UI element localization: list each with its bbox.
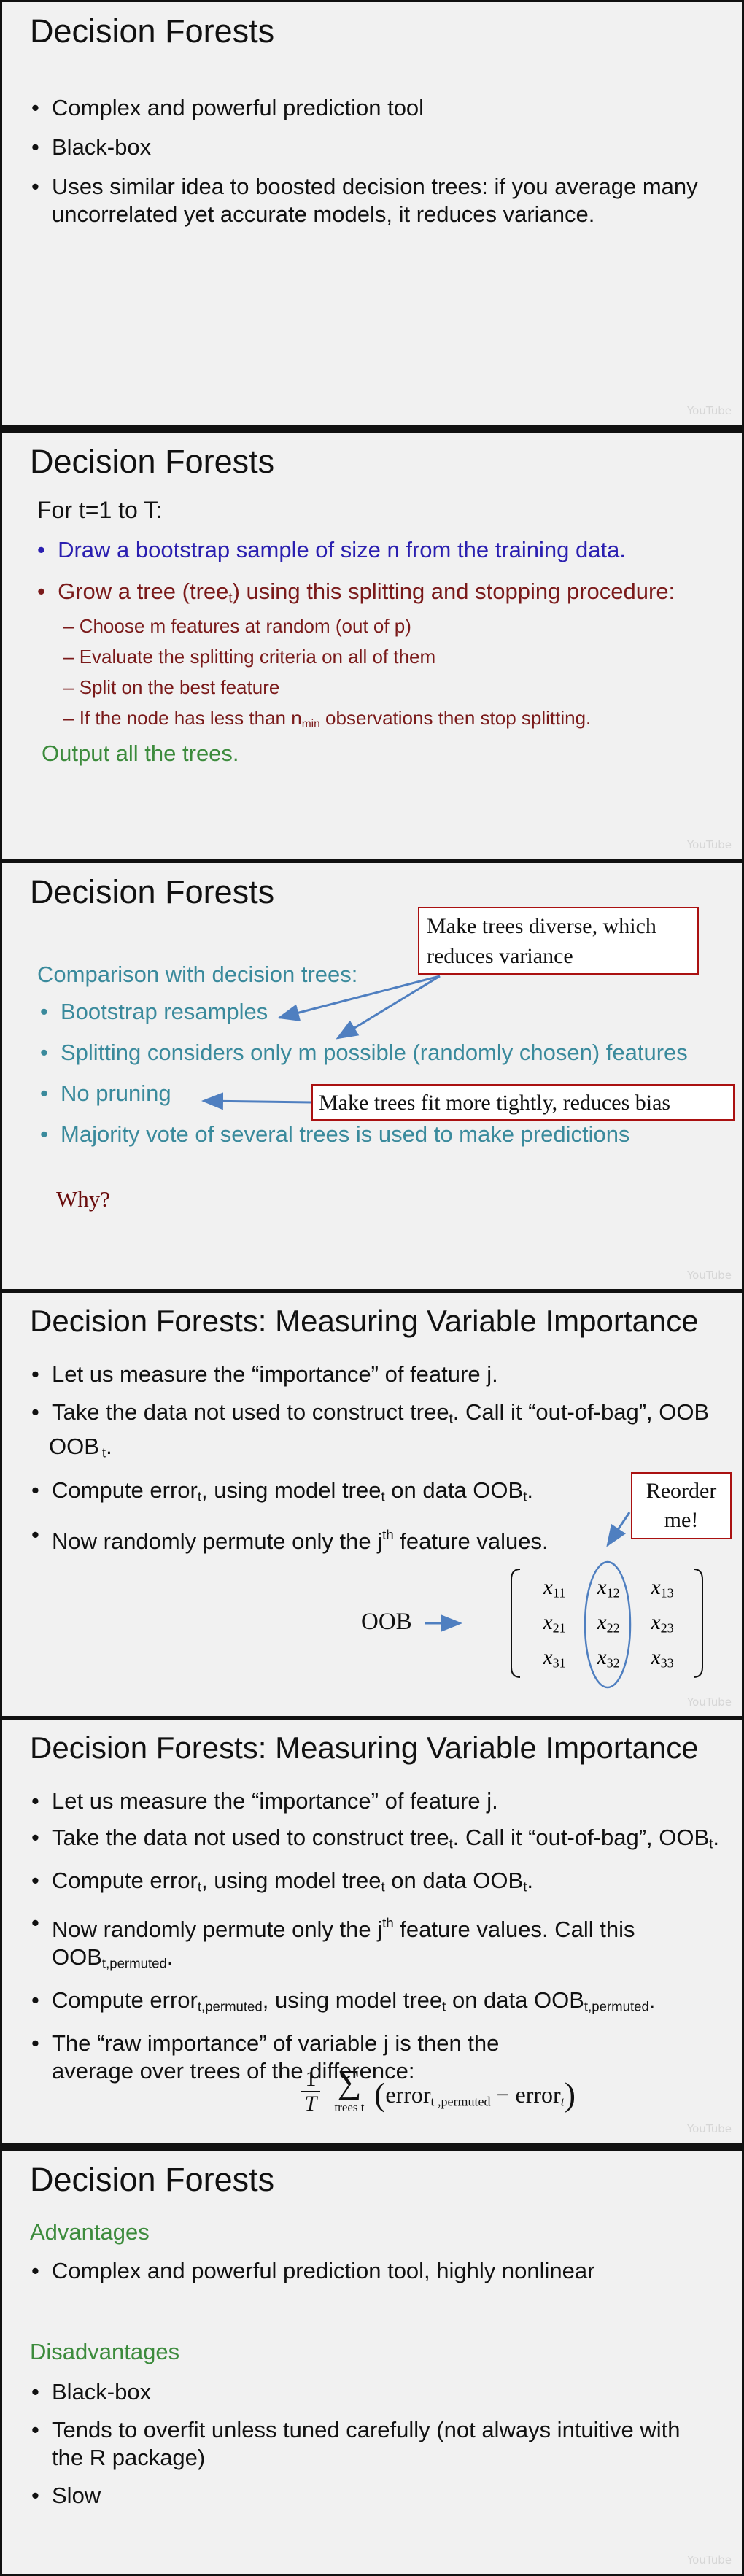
bullet-list: Complex and powerful prediction tool Bla… [30,94,723,228]
fraction: 1 T [301,2068,320,2116]
callout-bias: Make trees fit more tightly, reduces bia… [311,1084,735,1121]
bullet-item: Take the data not used to construct tree… [30,1399,730,1466]
callout-variance: Make trees diverse, which reduces varian… [418,907,699,975]
bullet-item: Now randomly permute only the jth featur… [30,1909,730,1978]
callout-reorder: Reorder me! [631,1472,732,1539]
slide-4: Decision Forests: Measuring Variable Imp… [0,1291,744,1718]
bullet-item: Complex and powerful prediction tool [30,94,723,122]
disadvantages-heading: Disadvantages [30,2339,180,2364]
slide-title: Decision Forests [30,12,275,50]
slide-title: Decision Forests: Measuring Variable Imp… [30,1730,699,1765]
sub-step: – Choose m features at random (out of p) [63,615,411,637]
matrix-cell: x22 [597,1610,620,1636]
matrix-row: x31 x32 x33 [527,1645,691,1680]
bullet-item: Black-box [30,134,723,161]
matrix-cell: x21 [543,1610,566,1636]
slide-title: Decision Forests [30,2161,275,2198]
advantages-list: Complex and powerful prediction tool, hi… [30,2257,730,2285]
disadvantage-item: Tends to overfit unless tuned carefully … [30,2416,716,2472]
slide-title: Decision Forests: Measuring Variable Imp… [30,1304,699,1338]
loop-header: For t=1 to T: [37,497,163,523]
matrix-cell: x33 [651,1645,674,1671]
sub-step: – Evaluate the splitting criteria on all… [63,646,436,668]
matrix-row: x11 x12 x13 [527,1575,691,1610]
bullet-item: Now randomly permute only the jth featur… [30,1521,730,1555]
importance-formula: 1 T ∑ trees t (errort ,permuted − errort… [301,2063,593,2126]
bullet-list: Let us measure the “importance” of featu… [30,1361,730,1555]
slide-5: Decision Forests: Measuring Variable Imp… [0,1718,744,2145]
slide-6: Decision Forests Advantages Complex and … [0,2148,744,2576]
youtube-watermark: YouTube [687,1269,732,1282]
bullet-item: Compute errort, using model treet on dat… [30,1867,730,1901]
youtube-watermark: YouTube [687,2553,732,2567]
oob-label: OOB [361,1609,412,1635]
bullet-item: Uses similar idea to boosted decision tr… [30,173,723,228]
output-line: Output all the trees. [42,740,239,766]
matrix-cell: x13 [651,1575,674,1601]
slide-title: Decision Forests [30,873,275,910]
comparison-intro: Comparison with decision trees: [37,962,358,987]
sub-steps: – Choose m features at random (out of p)… [63,611,591,740]
oob-matrix: x11 x12 x13 x21 x22 x23 x31 x32 x33 [527,1575,691,1680]
advantage-item: Complex and powerful prediction tool, hi… [30,2257,730,2285]
slide-2: Decision Forests For t=1 to T: • Draw a … [0,430,744,861]
matrix-cell: x32 [597,1645,620,1671]
why-question: Why? [56,1186,111,1212]
youtube-watermark: YouTube [687,838,732,851]
slide-title: Decision Forests [30,443,275,480]
disadvantage-item: Slow [30,2482,716,2510]
bullet-item: Compute errort,permuted, using model tre… [30,1987,730,2021]
sub-step: – If the node has less than nmin observa… [63,707,592,730]
matrix-cell: x12 [597,1575,620,1601]
youtube-watermark: YouTube [687,1695,732,1709]
bullet-item: Let us measure the “importance” of featu… [30,1361,730,1388]
sub-step: – Split on the best feature [63,676,280,698]
disadvantage-item: Black-box [30,2378,716,2406]
comparison-item: Splitting considers only m possible (ran… [39,1039,732,1067]
step-bootstrap: • Draw a bootstrap sample of size n from… [37,537,626,562]
matrix-cell: x31 [543,1645,566,1671]
step-bootstrap-text: Draw a bootstrap sample of size n from t… [58,537,626,562]
bullet-item: Compute errort, using model treet on dat… [30,1477,730,1511]
bullet-item: Let us measure the “importance” of featu… [30,1787,730,1815]
difference-term: (errort ,permuted − errort) [374,2076,576,2113]
matrix-cell: x23 [651,1610,674,1636]
slide-3: Decision Forests Make trees diverse, whi… [0,861,744,1291]
matrix-right-bracket [693,1569,703,1678]
comparison-item: Majority vote of several trees is used t… [39,1121,732,1148]
advantages-heading: Advantages [30,2219,150,2245]
youtube-watermark: YouTube [687,2122,732,2135]
youtube-watermark: YouTube [687,404,732,417]
bullet-item: Take the data not used to construct tree… [30,1824,730,1858]
comparison-list: Bootstrap resamples Splitting considers … [39,998,732,1148]
disadvantages-list: Black-box Tends to overfit unless tuned … [30,2378,716,2510]
slide-1: Decision Forests Complex and powerful pr… [0,0,744,427]
summation: ∑ trees t [334,2063,365,2114]
matrix-row: x21 x22 x23 [527,1610,691,1645]
comparison-item: Bootstrap resamples [39,998,732,1026]
matrix-left-bracket [511,1569,521,1678]
matrix-cell: x11 [543,1575,566,1601]
bullet-list: Let us measure the “importance” of featu… [30,1787,730,2085]
step-grow-tree: • Grow a tree (treet) using this splitti… [37,579,675,606]
